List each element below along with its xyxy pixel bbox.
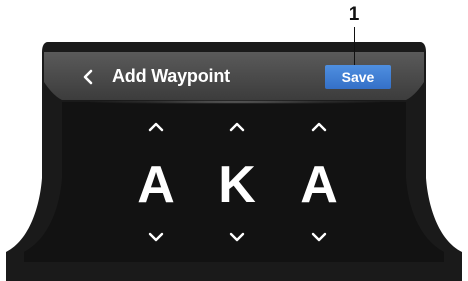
- character-3-up-button[interactable]: [309, 120, 329, 134]
- chevron-up-icon: [146, 120, 166, 134]
- character-2-up-button[interactable]: [227, 120, 247, 134]
- header-bar: Add Waypoint Save: [60, 58, 406, 96]
- character-2-down-button[interactable]: [227, 230, 247, 244]
- character-3-down-button[interactable]: [309, 230, 329, 244]
- chevron-down-icon: [309, 230, 329, 244]
- chevron-left-icon: [80, 67, 96, 87]
- chevron-up-icon: [227, 120, 247, 134]
- character-selector-3: A: [289, 118, 349, 248]
- chevron-down-icon: [146, 230, 166, 244]
- character-1-value[interactable]: A: [126, 150, 186, 220]
- character-selector-1: A: [126, 118, 186, 248]
- chevron-up-icon: [309, 120, 329, 134]
- character-3-value[interactable]: A: [289, 150, 349, 220]
- chevron-down-icon: [227, 230, 247, 244]
- callout-number: 1: [348, 4, 360, 25]
- character-1-down-button[interactable]: [146, 230, 166, 244]
- page-title: Add Waypoint: [112, 66, 230, 86]
- character-selector-2: K: [207, 118, 267, 248]
- save-button[interactable]: Save: [325, 65, 391, 89]
- back-button[interactable]: [80, 67, 96, 87]
- character-2-value[interactable]: K: [207, 150, 267, 220]
- header-divider: [90, 100, 380, 104]
- character-1-up-button[interactable]: [146, 120, 166, 134]
